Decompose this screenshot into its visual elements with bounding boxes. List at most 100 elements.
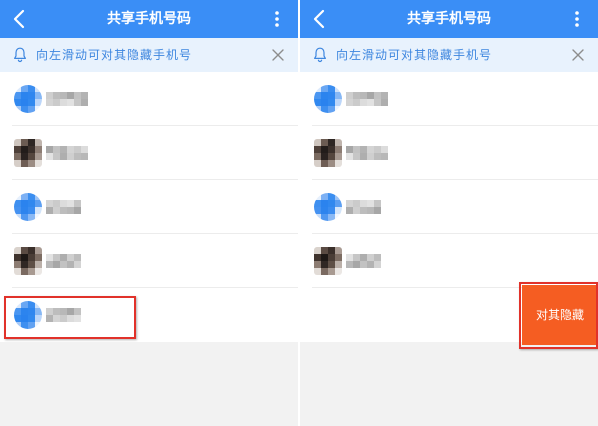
mosaic-cell	[67, 308, 74, 315]
contact-row-3[interactable]	[0, 180, 298, 234]
mosaic-cell	[328, 254, 335, 261]
mosaic-cell	[367, 99, 374, 106]
swipe-hint-text: 向左滑动可对其隐藏手机号	[336, 48, 493, 62]
mosaic-cell	[381, 146, 388, 153]
mosaic-cell	[14, 214, 21, 221]
mosaic-cell	[346, 207, 353, 214]
masked-contact-name	[346, 146, 388, 160]
mosaic-cell	[367, 200, 374, 207]
contact-list	[0, 72, 298, 342]
mosaic-cell	[314, 106, 321, 113]
contact-row-1[interactable]	[300, 72, 598, 126]
mosaic-cell	[60, 308, 67, 315]
mosaic-cell	[67, 92, 74, 99]
mosaic-cell	[21, 160, 28, 167]
mosaic-cell	[14, 160, 21, 167]
mosaic-cell	[21, 301, 28, 308]
mosaic-cell	[53, 99, 60, 106]
mosaic-cell	[28, 301, 35, 308]
contact-row-5[interactable]	[0, 288, 298, 342]
mosaic-cell	[335, 268, 342, 275]
mosaic-cell	[53, 254, 60, 261]
mosaic-cell	[28, 200, 35, 207]
mosaic-cell	[28, 261, 35, 268]
more-vertical-icon[interactable]	[274, 10, 280, 28]
contact-row-4[interactable]	[300, 234, 598, 288]
more-vertical-icon[interactable]	[574, 10, 580, 28]
mosaic-cell	[14, 92, 21, 99]
mosaic-cell	[35, 146, 42, 153]
mosaic-cell	[360, 146, 367, 153]
mosaic-cell	[14, 268, 21, 275]
mosaic-cell	[374, 92, 381, 99]
mosaic-cell	[60, 99, 67, 106]
mosaic-cell	[335, 146, 342, 153]
mosaic-cell	[360, 99, 367, 106]
mosaic-cell	[321, 254, 328, 261]
mosaic-cell	[14, 261, 21, 268]
bell-icon	[314, 47, 326, 63]
mosaic-cell	[321, 92, 328, 99]
hide-number-button[interactable]: 对其隐藏	[522, 285, 598, 345]
mosaic-cell	[21, 200, 28, 207]
mosaic-cell	[314, 254, 321, 261]
mosaic-cell	[335, 261, 342, 268]
mosaic-cell	[335, 254, 342, 261]
contact-row-1[interactable]	[0, 72, 298, 126]
mosaic-cell	[367, 153, 374, 160]
contact-row-2[interactable]	[300, 126, 598, 180]
mosaic-cell	[60, 146, 67, 153]
mosaic-cell	[314, 247, 321, 254]
mosaic-cell	[335, 153, 342, 160]
mosaic-cell	[314, 146, 321, 153]
mosaic-cell	[346, 99, 353, 106]
contact-row-content	[0, 180, 298, 234]
mosaic-cell	[53, 207, 60, 214]
mosaic-cell	[35, 254, 42, 261]
comparison-stage: 共享手机号码 向左滑动可对其隐藏手机号 共享手机号码 向左滑动可对其隐藏手机号 …	[0, 0, 598, 426]
mosaic-cell	[314, 139, 321, 146]
masked-contact-name	[346, 254, 381, 268]
mosaic-cell	[321, 214, 328, 221]
contact-row-4[interactable]	[0, 234, 298, 288]
mosaic-cell	[14, 139, 21, 146]
mosaic-cell	[346, 254, 353, 261]
mosaic-cell	[360, 153, 367, 160]
mosaic-cell	[21, 308, 28, 315]
mosaic-cell	[35, 85, 42, 92]
mosaic-cell	[321, 247, 328, 254]
mosaic-cell	[360, 207, 367, 214]
mosaic-cell	[374, 200, 381, 207]
mosaic-cell	[53, 261, 60, 268]
mosaic-cell	[335, 207, 342, 214]
mosaic-cell	[46, 146, 53, 153]
avatar	[14, 193, 42, 221]
mosaic-cell	[346, 153, 353, 160]
close-icon[interactable]	[572, 49, 584, 61]
mosaic-cell	[28, 247, 35, 254]
contact-row-2[interactable]	[0, 126, 298, 180]
mosaic-cell	[21, 146, 28, 153]
mosaic-cell	[74, 308, 81, 315]
mosaic-cell	[314, 99, 321, 106]
mosaic-cell	[28, 139, 35, 146]
mosaic-cell	[35, 301, 42, 308]
mosaic-cell	[46, 92, 53, 99]
mosaic-cell	[367, 254, 374, 261]
mosaic-cell	[335, 200, 342, 207]
mosaic-cell	[53, 315, 60, 322]
mosaic-cell	[67, 200, 74, 207]
mosaic-cell	[60, 315, 67, 322]
mosaic-cell	[321, 261, 328, 268]
mosaic-cell	[314, 200, 321, 207]
close-icon[interactable]	[272, 49, 284, 61]
mosaic-cell	[53, 153, 60, 160]
mosaic-cell	[321, 207, 328, 214]
mosaic-cell	[74, 92, 81, 99]
mosaic-cell	[53, 200, 60, 207]
mosaic-cell	[35, 322, 42, 329]
mosaic-cell	[35, 200, 42, 207]
contact-row-3[interactable]	[300, 180, 598, 234]
mosaic-cell	[314, 193, 321, 200]
avatar	[14, 85, 42, 113]
